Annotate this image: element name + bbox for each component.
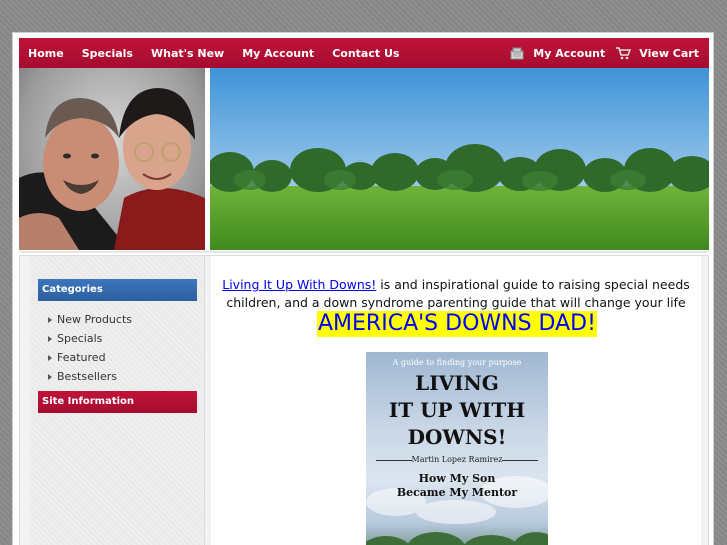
category-item-bestsellers[interactable]: Bestsellers [48, 367, 132, 386]
nav-home[interactable]: Home [28, 47, 64, 60]
category-label: Bestsellers [57, 369, 117, 383]
category-item-featured[interactable]: Featured [48, 348, 132, 367]
nav-right-my-account[interactable]: My Account [533, 47, 605, 60]
account-nav: My Account View Cart [509, 38, 709, 68]
bullet-arrow-icon [48, 373, 52, 380]
book-link[interactable]: Living It Up With Downs! [222, 277, 376, 292]
top-nav-bar: Home Specials What's New My Account Cont… [19, 38, 709, 68]
category-label: Featured [57, 350, 106, 364]
banner-photo-family [19, 68, 205, 250]
headline: AMERICA'S DOWNS DAD! [317, 311, 597, 337]
nav-whats-new[interactable]: What's New [151, 47, 224, 60]
main-nav: Home Specials What's New My Account Cont… [19, 38, 417, 68]
nav-my-account[interactable]: My Account [242, 47, 314, 60]
category-item-new-products[interactable]: New Products [48, 310, 132, 329]
content-area: Categories New Products Specials Feature… [19, 255, 709, 545]
account-icon[interactable] [509, 46, 525, 60]
book-subtitle-line: How My Son [418, 472, 496, 485]
main-content: Living It Up With Downs! is and inspirat… [211, 256, 701, 545]
bullet-arrow-icon [48, 335, 52, 342]
bullet-arrow-icon [48, 354, 52, 361]
category-label: Specials [57, 331, 103, 345]
book-title-line: LIVING [415, 371, 499, 395]
nav-specials[interactable]: Specials [82, 47, 133, 60]
sidebar: Categories New Products Specials Feature… [30, 256, 205, 545]
book-title-line: IT UP WITH [388, 398, 526, 422]
book-tagline: A guide to finding your purpose [392, 358, 522, 367]
banner-divider [19, 251, 709, 253]
book-cover-image[interactable]: A guide to finding your purpose LIVING I… [366, 352, 548, 545]
category-item-specials[interactable]: Specials [48, 329, 132, 348]
book-title: LIVING IT UP WITH DOWNS! [366, 370, 548, 451]
cart-icon[interactable] [615, 46, 632, 60]
page-frame: Home Specials What's New My Account Cont… [12, 32, 714, 545]
nav-view-cart[interactable]: View Cart [639, 47, 699, 60]
category-label: New Products [57, 312, 132, 326]
site-information-header: Site Information [38, 391, 197, 413]
book-title-line: DOWNS! [407, 425, 507, 449]
bullet-arrow-icon [48, 316, 52, 323]
category-list: New Products Specials Featured Bestselle… [48, 310, 132, 386]
categories-header: Categories [38, 279, 197, 301]
book-rule-right [502, 460, 538, 461]
nav-contact-us[interactable]: Contact Us [332, 47, 399, 60]
book-subtitle: How My Son Became My Mentor [366, 472, 548, 500]
book-subtitle-line: Became My Mentor [396, 486, 518, 499]
banner-landscape [210, 68, 709, 250]
